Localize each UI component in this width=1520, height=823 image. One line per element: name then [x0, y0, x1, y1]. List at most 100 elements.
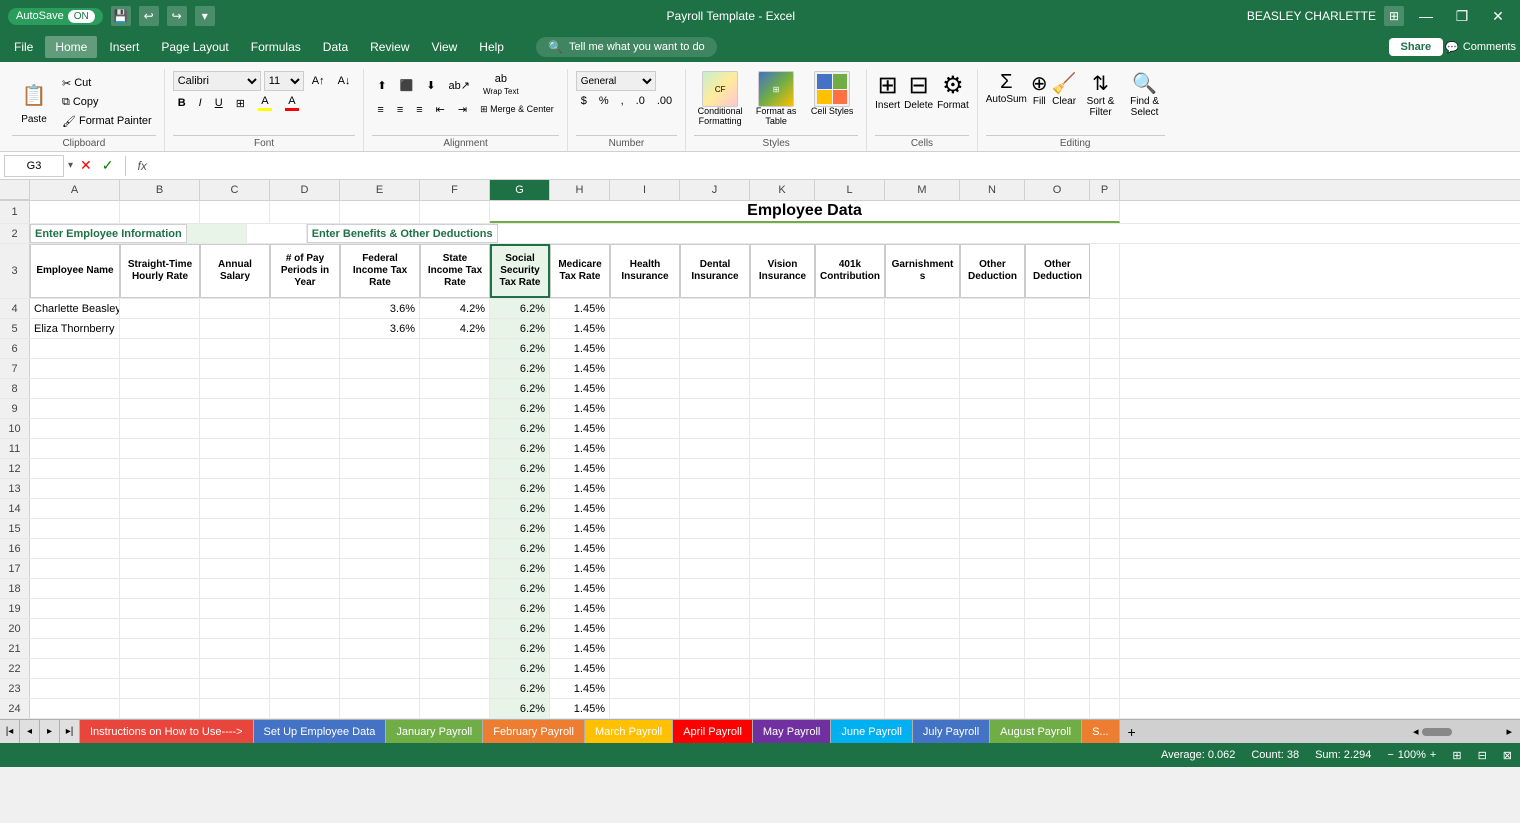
col-header-a[interactable]: A — [30, 180, 120, 200]
cell-g17[interactable]: 6.2% — [490, 559, 550, 578]
cell-m7[interactable] — [885, 359, 960, 378]
scroll-left-icon[interactable]: ◂ — [1413, 725, 1419, 738]
cell-g16[interactable]: 6.2% — [490, 539, 550, 558]
cell-c7[interactable] — [200, 359, 270, 378]
cell-h12[interactable]: 1.45% — [550, 459, 610, 478]
cell-i6[interactable] — [610, 339, 680, 358]
format-button[interactable]: ⚙ Format — [937, 71, 969, 111]
cell-p17[interactable] — [1090, 559, 1120, 578]
tab-sep[interactable]: S... — [1082, 720, 1120, 744]
cell-o21[interactable] — [1025, 639, 1090, 658]
cell-i14[interactable] — [610, 499, 680, 518]
cell-f17[interactable] — [420, 559, 490, 578]
cell-d5[interactable] — [270, 319, 340, 338]
cell-g11[interactable]: 6.2% — [490, 439, 550, 458]
cell-g8[interactable]: 6.2% — [490, 379, 550, 398]
cell-i2[interactable]: Enter Benefits & Other Deductions — [307, 224, 498, 243]
cell-m23[interactable] — [885, 679, 960, 698]
cell-d12[interactable] — [270, 459, 340, 478]
cell-m16[interactable] — [885, 539, 960, 558]
cell-f8[interactable] — [420, 379, 490, 398]
cell-d7[interactable] — [270, 359, 340, 378]
cell-k20[interactable] — [750, 619, 815, 638]
cell-n24[interactable] — [960, 699, 1025, 718]
cell-o17[interactable] — [1025, 559, 1090, 578]
cell-d10[interactable] — [270, 419, 340, 438]
increase-decimal-button[interactable]: .00 — [652, 93, 677, 109]
cell-j19[interactable] — [680, 599, 750, 618]
cell-k10[interactable] — [750, 419, 815, 438]
cell-p24[interactable] — [1090, 699, 1120, 718]
cell-l12[interactable] — [815, 459, 885, 478]
cell-c24[interactable] — [200, 699, 270, 718]
cell-i12[interactable] — [610, 459, 680, 478]
cell-c5[interactable] — [200, 319, 270, 338]
cell-p21[interactable] — [1090, 639, 1120, 658]
cell-f6[interactable] — [420, 339, 490, 358]
menu-review[interactable]: Review — [360, 36, 419, 58]
autosum-button[interactable]: Σ AutoSum — [986, 71, 1027, 118]
cell-j21[interactable] — [680, 639, 750, 658]
tab-nav-next[interactable]: ▸ — [40, 720, 60, 744]
cell-j17[interactable] — [680, 559, 750, 578]
cell-j16[interactable] — [680, 539, 750, 558]
cell-f14[interactable] — [420, 499, 490, 518]
cell-styles-button[interactable]: Cell Styles — [806, 71, 858, 127]
cell-p23[interactable] — [1090, 679, 1120, 698]
tab-scrollbar[interactable]: ◂ ▸ — [1413, 725, 1512, 738]
cell-f11[interactable] — [420, 439, 490, 458]
cell-h5[interactable]: 1.45% — [550, 319, 610, 338]
cell-a3[interactable]: Employee Name — [30, 244, 120, 298]
merge-center-button[interactable]: ⊞ Merge & Center — [475, 102, 559, 117]
cell-j10[interactable] — [680, 419, 750, 438]
cell-i16[interactable] — [610, 539, 680, 558]
cell-e10[interactable] — [340, 419, 420, 438]
insert-button[interactable]: ⊞ Insert — [875, 71, 900, 111]
tab-nav-first[interactable]: |◂ — [0, 720, 20, 744]
cell-k11[interactable] — [750, 439, 815, 458]
cell-i11[interactable] — [610, 439, 680, 458]
cell-o3[interactable]: Other Deduction — [1025, 244, 1090, 298]
cell-g22[interactable]: 6.2% — [490, 659, 550, 678]
cell-c19[interactable] — [200, 599, 270, 618]
cell-c12[interactable] — [200, 459, 270, 478]
cell-g3[interactable]: Social Security Tax Rate — [490, 244, 550, 298]
close-button[interactable]: ✕ — [1484, 2, 1512, 30]
cell-m4[interactable] — [885, 299, 960, 318]
cell-d19[interactable] — [270, 599, 340, 618]
col-header-h[interactable]: H — [550, 180, 610, 200]
cell-d4[interactable] — [270, 299, 340, 318]
cell-c17[interactable] — [200, 559, 270, 578]
cell-b20[interactable] — [120, 619, 200, 638]
cell-k8[interactable] — [750, 379, 815, 398]
cell-m12[interactable] — [885, 459, 960, 478]
cell-l15[interactable] — [815, 519, 885, 538]
comments-button[interactable]: 💬 Comments — [1445, 41, 1516, 54]
cell-a21[interactable] — [30, 639, 120, 658]
cell-n22[interactable] — [960, 659, 1025, 678]
fill-color-button[interactable]: A — [253, 93, 277, 113]
cell-a10[interactable] — [30, 419, 120, 438]
cell-b17[interactable] — [120, 559, 200, 578]
cell-j15[interactable] — [680, 519, 750, 538]
cell-k16[interactable] — [750, 539, 815, 558]
cell-p15[interactable] — [1090, 519, 1120, 538]
cell-o22[interactable] — [1025, 659, 1090, 678]
font-size-select[interactable]: 11 — [264, 71, 304, 91]
cell-o14[interactable] — [1025, 499, 1090, 518]
cell-p8[interactable] — [1090, 379, 1120, 398]
cell-e4[interactable]: 3.6% — [340, 299, 420, 318]
cell-l14[interactable] — [815, 499, 885, 518]
cell-i22[interactable] — [610, 659, 680, 678]
cell-a9[interactable] — [30, 399, 120, 418]
add-sheet-button[interactable]: + — [1120, 720, 1144, 744]
cell-e13[interactable] — [340, 479, 420, 498]
cell-m20[interactable] — [885, 619, 960, 638]
cell-f5[interactable]: 4.2% — [420, 319, 490, 338]
cell-n7[interactable] — [960, 359, 1025, 378]
cell-a23[interactable] — [30, 679, 120, 698]
col-header-m[interactable]: M — [885, 180, 960, 200]
cell-i18[interactable] — [610, 579, 680, 598]
cell-g12[interactable]: 6.2% — [490, 459, 550, 478]
tab-mar[interactable]: March Payroll — [585, 720, 673, 744]
